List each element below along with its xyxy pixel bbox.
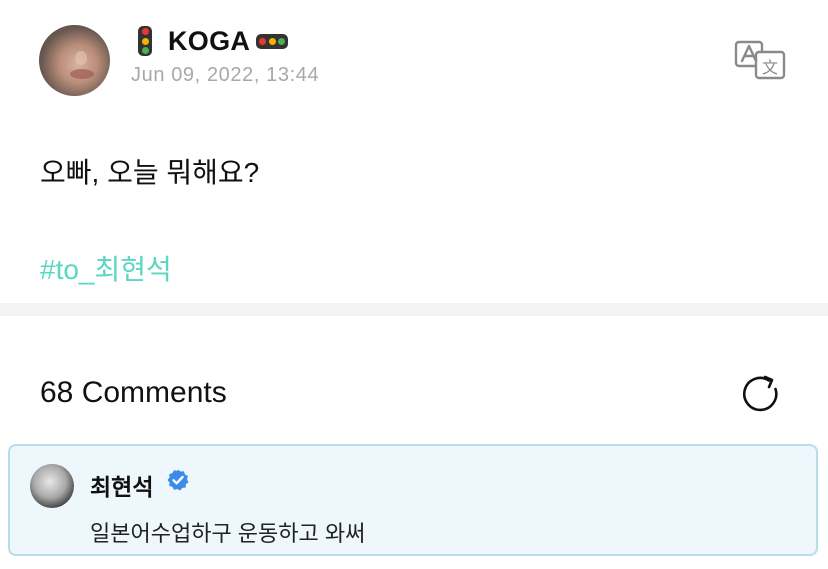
avatar-detail: [75, 51, 87, 65]
comment-item: 최현석 일본어수업하구 운동하고 와써: [8, 444, 818, 556]
comments-count-header: 68 Comments: [40, 376, 227, 409]
post-text: 오빠, 오늘 뭐해요?: [40, 157, 260, 188]
horizontal-traffic-light-icon: [256, 33, 289, 49]
author-row: KOGA: [138, 24, 289, 58]
author-avatar[interactable]: [39, 25, 110, 96]
hashtag-link[interactable]: #to_최현석: [40, 248, 172, 288]
refresh-button[interactable]: [740, 373, 782, 413]
refresh-icon: [743, 375, 778, 412]
vertical-traffic-light-icon: [138, 26, 152, 56]
translate-button[interactable]: 文: [734, 40, 786, 80]
comment-author-name[interactable]: 최현석: [90, 468, 153, 502]
svg-text:文: 文: [762, 58, 778, 77]
verified-badge-icon: [167, 469, 189, 491]
comment-author-avatar[interactable]: [30, 464, 74, 508]
post-card: KOGA Jun 09, 2022, 13:44 文 오빠, 오늘 뭐해요? #…: [0, 0, 828, 303]
avatar-detail: [70, 69, 94, 79]
post-timestamp: Jun 09, 2022, 13:44: [131, 64, 320, 86]
comment-text: 일본어수업하구 운동하고 와써: [90, 521, 366, 546]
author-name[interactable]: KOGA: [168, 26, 250, 57]
section-divider: [0, 303, 828, 316]
translate-icon: 文: [734, 40, 786, 80]
